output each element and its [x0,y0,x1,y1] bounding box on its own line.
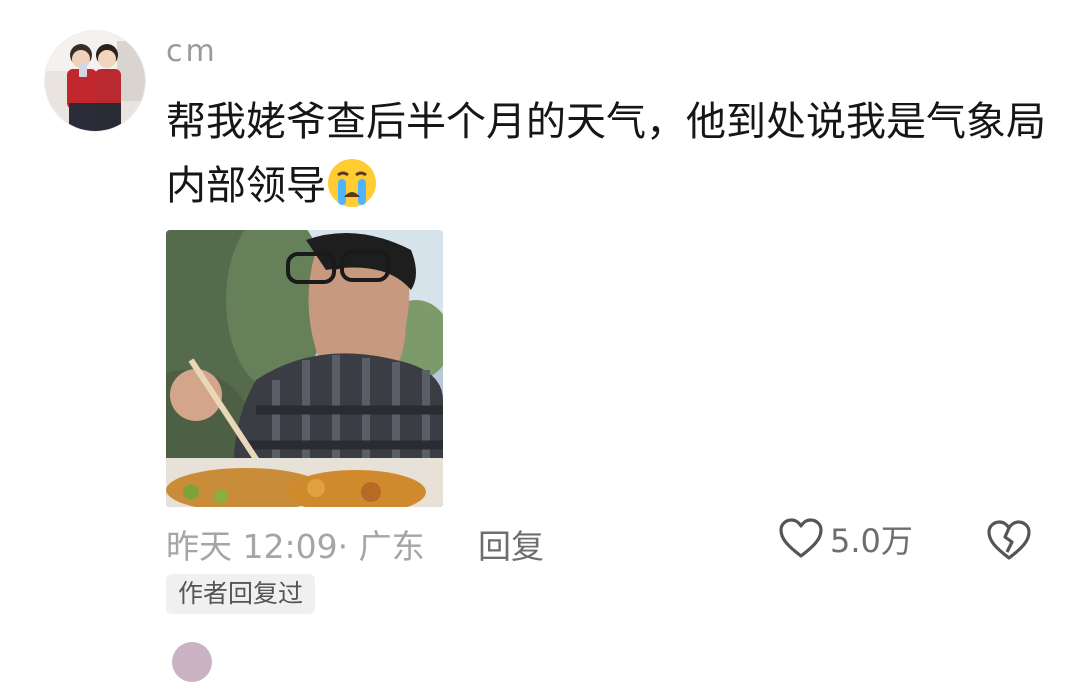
next-comment-avatar[interactable] [172,642,212,682]
comment-timestamp-location: 昨天 12:09· 广东 [166,527,425,566]
broken-heart-icon [987,520,1031,560]
heart-outline-icon [779,518,823,558]
dislike-button[interactable] [986,518,1032,564]
crying-face-emoji-icon [326,157,378,209]
comment-text: 帮我姥爷查后半个月的天气，他到处说我是气象局内部领导 [166,99,1046,209]
comment-body: 帮我姥爷查后半个月的天气，他到处说我是气象局内部领导 [166,90,1046,218]
user-avatar[interactable] [44,30,146,132]
like-count: 5.0万 [830,522,913,560]
reply-button[interactable]: 回复 [478,520,544,568]
comment-username[interactable]: cm [166,34,218,69]
like-button[interactable]: 5.0万 [778,516,913,562]
author-replied-badge: 作者回复过 [166,574,316,614]
comment-image[interactable] [166,230,443,507]
